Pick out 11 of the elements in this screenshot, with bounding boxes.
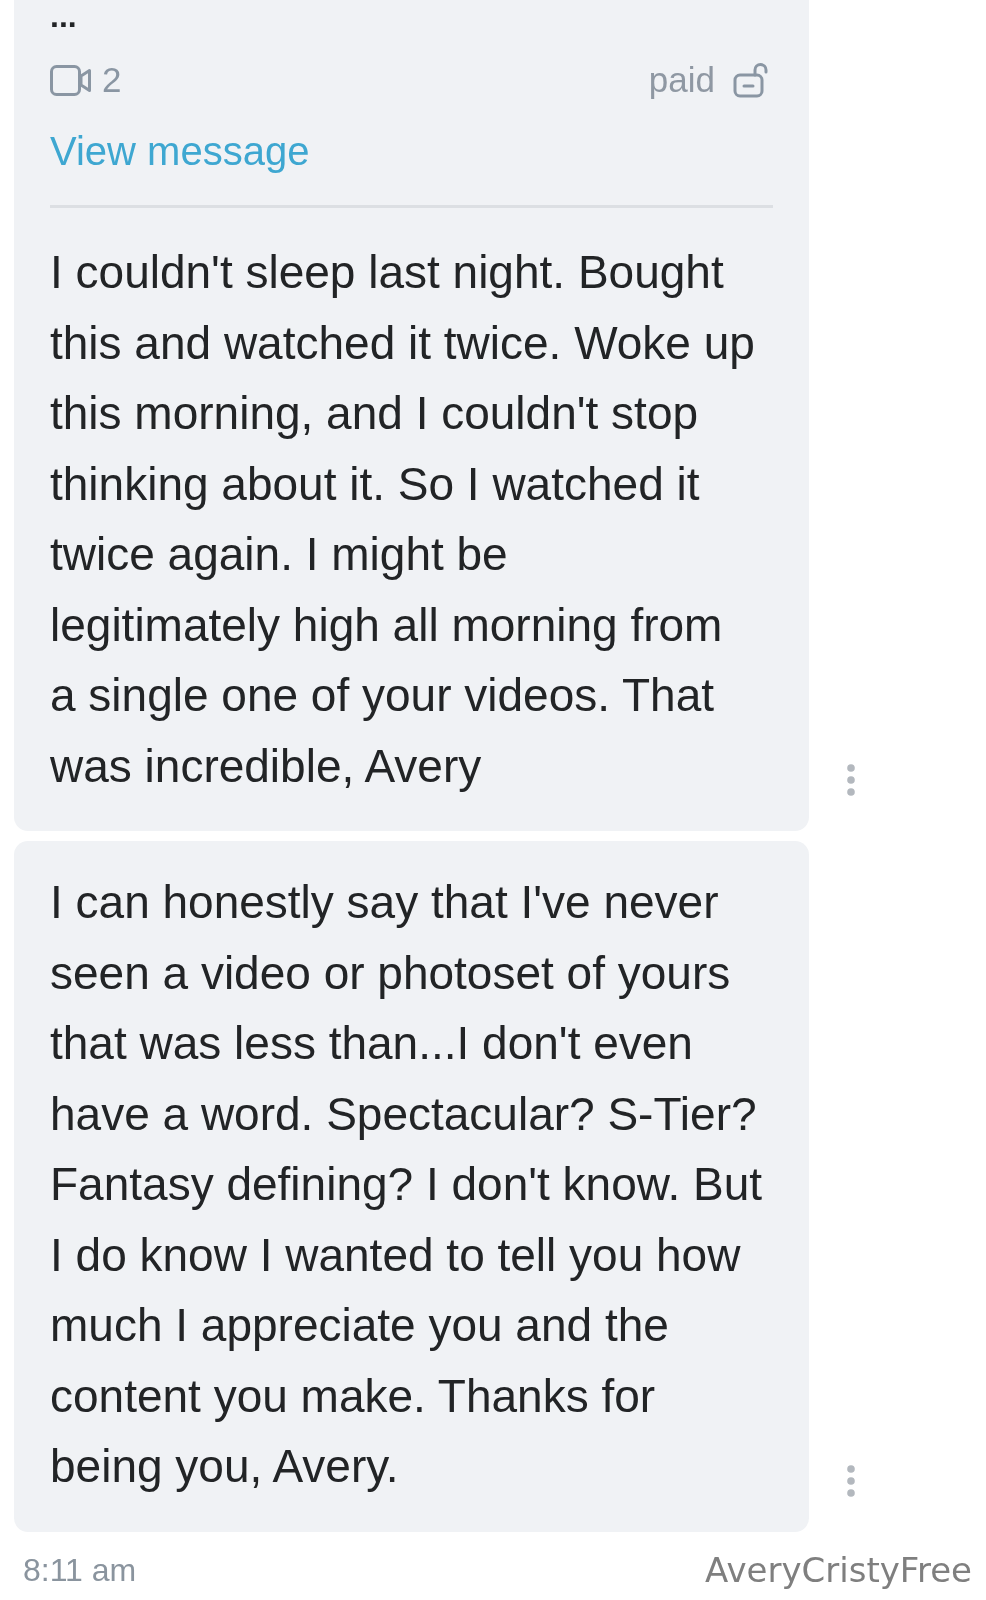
- price-label: paid: [648, 62, 715, 98]
- view-message-link[interactable]: View message: [50, 127, 310, 175]
- ellipsis-text: ...: [50, 0, 77, 32]
- username-text: AveryCristyFree: [705, 1549, 972, 1590]
- more-options-icon[interactable]: [847, 764, 855, 796]
- message-text: I can honestly say that I've never seen a video or photoset of yours that was less than...I don't even have a word. Spectacular? S-Tier? Fantasy defining? I don't know. But I do know I wanted to tell you how much I appreciate you and the content you make. Thanks for being you, Avery.: [50, 875, 763, 1494]
- timestamp: 8:11 am: [23, 1550, 137, 1590]
- more-options-icon[interactable]: [847, 1464, 855, 1497]
- media-count: 2: [102, 62, 122, 98]
- video-camera-icon: [50, 64, 91, 96]
- message-text: I couldn't sleep last night. Bought this and watched it twice. Woke up this morning, and I couldn't stop thinking about it. So I watched it twice again. I might be legitimately high all morning from a single one of your videos. That was incredible, Avery: [50, 245, 756, 794]
